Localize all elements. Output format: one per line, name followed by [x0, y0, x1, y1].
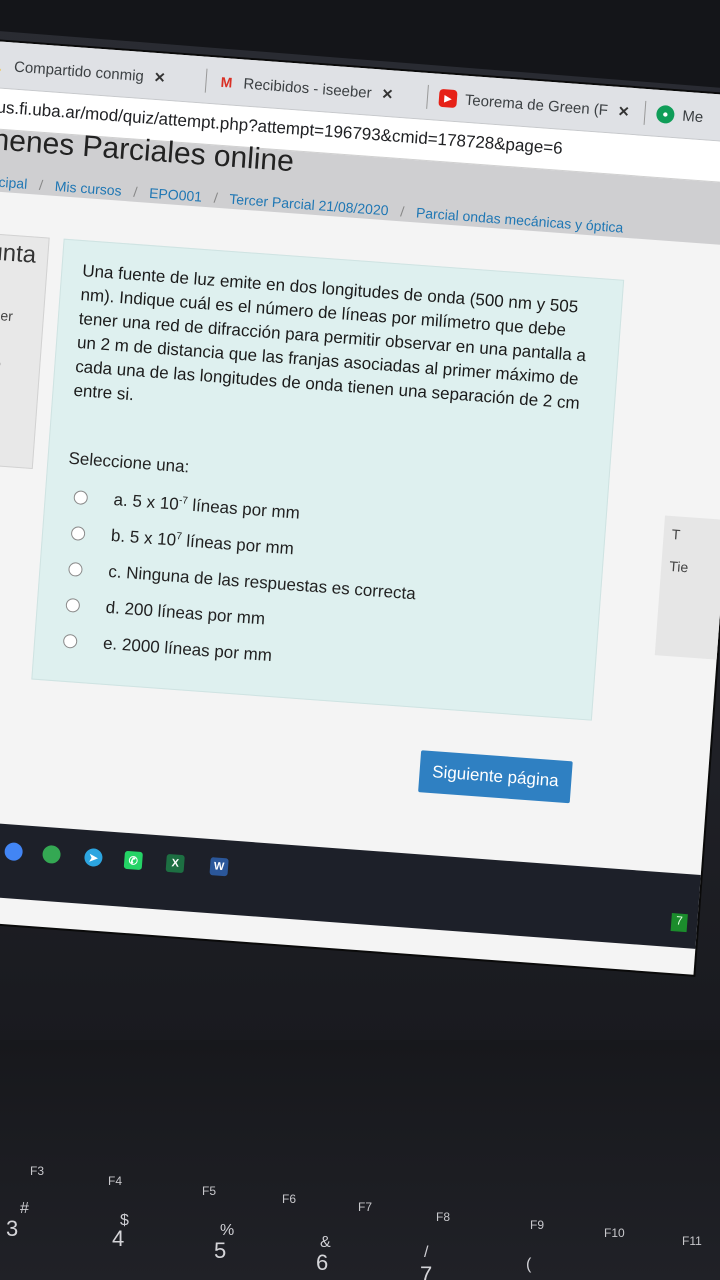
breadcrumb-separator: / [399, 203, 405, 220]
tab-label: Me [681, 107, 704, 126]
radio-button[interactable] [65, 597, 81, 613]
chrome-icon[interactable] [4, 842, 24, 862]
breadcrumb-separator: / [38, 176, 44, 193]
breadcrumb-separator: / [213, 189, 219, 206]
option-label: c. Ninguna de las respuestas es correcta [107, 561, 417, 604]
tab-separator [204, 68, 208, 93]
question-box: Una fuente de luz emite en dos longitude… [31, 238, 625, 721]
tab-chat[interactable]: ● Me [655, 96, 704, 135]
key-f11: F11 [682, 1234, 702, 1248]
breadcrumb-home[interactable]: incipal [0, 173, 28, 192]
next-page-button[interactable]: Siguiente página [418, 750, 573, 804]
answer-option-e[interactable]: e. 2000 líneas por mm [62, 631, 273, 666]
answer-option-d[interactable]: d. 200 líneas por mm [65, 595, 266, 630]
tab-label: Compartido conmig [13, 58, 145, 85]
key-f5: F5 [202, 1184, 217, 1198]
key-symbol: # [20, 1200, 29, 1217]
radio-button[interactable] [67, 561, 83, 577]
radio-button[interactable] [70, 526, 86, 542]
question-marks: mo [0, 354, 1, 371]
option-label: d. 200 líneas por mm [105, 597, 266, 629]
laptop-screen: ▲ Compartido conmig ✕ M Recibidos - isee… [0, 40, 720, 975]
telegram-icon[interactable]: ➤ [83, 847, 104, 868]
question-text: Una fuente de luz emite en dos longitude… [72, 261, 587, 413]
answer-prompt: Seleccione una: [67, 448, 190, 477]
answer-option-b[interactable]: b. 5 x 107 líneas por mm [70, 523, 294, 559]
question-heading: unta [0, 238, 38, 269]
key-f8: F8 [436, 1210, 451, 1224]
gmail-icon: M [220, 73, 233, 91]
youtube-icon: ▶ [438, 88, 458, 109]
tab-gmail[interactable]: M Recibidos - iseeber ✕ [216, 64, 394, 113]
chrome-profile-icon[interactable] [41, 844, 62, 865]
question-info-panel: unta nder mo [0, 232, 50, 470]
key-number: 3 [6, 1216, 19, 1241]
option-label: a. 5 x 10-7 líneas por mm [113, 490, 301, 523]
key-number: 4 [112, 1226, 125, 1251]
whatsapp-icon[interactable]: ✆ [123, 850, 143, 871]
word-icon[interactable]: W [209, 857, 229, 877]
key-number: 5 [214, 1238, 227, 1263]
quiz-navigation-panel: T Tie [654, 515, 720, 660]
panel-text: Tie [668, 557, 689, 576]
key-f3: F3 [30, 1164, 45, 1178]
laptop-keyboard: F3 F4 F5 F6 F7 F8 F9 F10 F11 # 3 $ 4 % 5… [0, 1040, 720, 1280]
tab-label: Teorema de Green (F [464, 91, 609, 119]
radio-button[interactable] [62, 633, 78, 649]
key-f6: F6 [282, 1192, 297, 1206]
close-icon[interactable]: ✕ [153, 68, 166, 86]
key-symbol: / [424, 1244, 429, 1261]
key-f10: F10 [604, 1226, 625, 1240]
answer-option-c[interactable]: c. Ninguna de las respuestas es correcta [67, 559, 417, 604]
battery-indicator: 7 [670, 913, 688, 933]
key-number: 7 [420, 1262, 433, 1280]
key-f4: F4 [108, 1174, 123, 1188]
key-symbol: ( [526, 1256, 532, 1273]
option-label: b. 5 x 107 líneas por mm [110, 525, 295, 559]
windows-taskbar: N ➤ ✆ X W 7 [0, 817, 701, 949]
excel-icon[interactable]: X [165, 853, 185, 874]
photo-scene: ▲ Compartido conmig ✕ M Recibidos - isee… [0, 0, 720, 1280]
close-icon[interactable]: ✕ [617, 102, 630, 120]
radio-button[interactable] [73, 490, 89, 506]
tab-drive[interactable]: ▲ Compartido conmig ✕ [0, 47, 167, 96]
chat-icon: ● [655, 104, 676, 125]
key-f7: F7 [358, 1200, 373, 1214]
answer-option-a[interactable]: a. 5 x 10-7 líneas por mm [73, 487, 300, 524]
tab-separator [643, 100, 647, 125]
google-drive-icon: ▲ [0, 56, 5, 74]
tab-separator [426, 84, 429, 109]
breadcrumb-separator: / [132, 183, 138, 200]
question-status: nder [0, 306, 14, 325]
close-icon[interactable]: ✕ [381, 85, 394, 103]
option-label: e. 2000 líneas por mm [102, 633, 273, 666]
key-number: 6 [316, 1250, 329, 1275]
tab-label: Recibidos - iseeber [242, 74, 373, 102]
panel-text: T [671, 526, 681, 543]
key-f9: F9 [530, 1218, 545, 1232]
